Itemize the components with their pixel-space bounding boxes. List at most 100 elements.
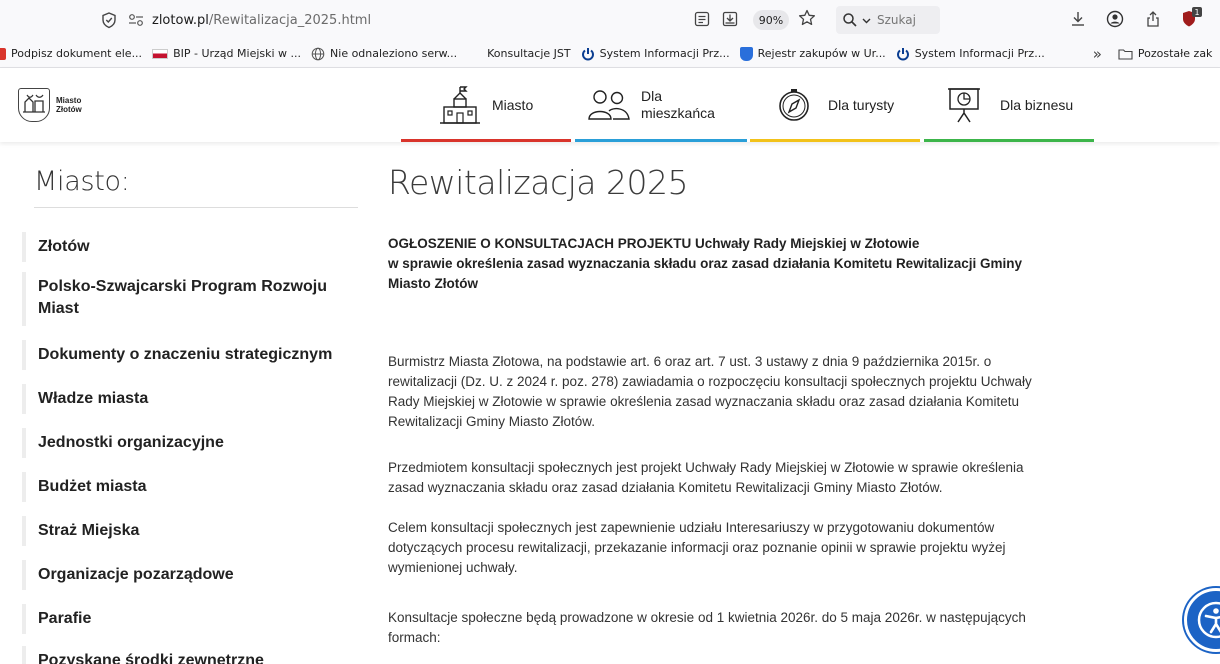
- bookmarks-overflow-button[interactable]: »: [1093, 45, 1102, 63]
- paragraph-period: Konsultacje społeczne będą prowadzone w …: [388, 608, 1108, 648]
- share-icon[interactable]: [1143, 9, 1163, 29]
- sidebar-item-zlotow[interactable]: Złotów: [22, 232, 348, 262]
- page-title: Rewitalizacja 2025: [388, 163, 688, 202]
- sidebar-item-pozyskane-srodki[interactable]: Pozyskane środki zewnętrzne: [22, 646, 348, 664]
- accessibility-button[interactable]: [1184, 588, 1220, 652]
- bookmark-label: Konsultacje JST: [487, 47, 571, 60]
- nav-underline-blue: [575, 139, 747, 142]
- bookmark-label: System Informacji Prz...: [599, 47, 730, 60]
- ublock-extension-icon[interactable]: 1: [1180, 6, 1206, 30]
- permissions-icon[interactable]: [128, 13, 144, 27]
- nav-dla-turysty[interactable]: Dla turysty: [750, 68, 920, 142]
- shield-icon[interactable]: [100, 11, 118, 29]
- bookmark-star-icon[interactable]: [797, 8, 817, 28]
- paragraph-line: rewitalizacji (Dz. U. z 2024 r. poz. 278…: [388, 374, 1032, 389]
- accessibility-icon: [1196, 600, 1220, 640]
- nav-label: Dla biznesu: [1000, 96, 1074, 113]
- site-logo[interactable]: Miasto Złotów: [18, 88, 82, 122]
- nav-underline-green: [924, 139, 1094, 142]
- browser-toolbar: zlotow.pl/Rewitalizacja_2025.html 90% 1: [0, 0, 1220, 40]
- compass-icon: [776, 87, 812, 123]
- coat-of-arms-icon: [739, 46, 753, 61]
- heading-line: Miasto Złotów: [388, 276, 478, 291]
- sidebar-item-jednostki-organizacyjne[interactable]: Jednostki organizacyjne: [22, 428, 348, 458]
- bookmark-label: Rejestr zakupów w Ur...: [757, 47, 886, 60]
- nav-label-line-1: Dla: [641, 88, 663, 104]
- site-header: Miasto Złotów Miasto Dla mieszkańca Dla …: [0, 68, 1220, 142]
- town-hall-icon: [438, 85, 482, 125]
- paragraph-intro: Burmistrz Miasta Złotowa, na podstawie a…: [388, 352, 1108, 432]
- search-input[interactable]: [877, 13, 933, 27]
- logo-text: Miasto Złotów: [56, 96, 82, 114]
- bookmark-label: System Informacji Prz...: [914, 47, 1045, 60]
- account-icon[interactable]: [1105, 9, 1125, 29]
- bookmarks-bar: Podpisz dokument ele... BIP - Urząd Miej…: [0, 40, 1220, 68]
- url-path: /Rewitalizacja_2025.html: [208, 12, 372, 28]
- bookmark-item[interactable]: System Informacji Prz...: [896, 47, 1045, 61]
- sidebar-divider: [34, 207, 358, 208]
- globe-icon: [311, 47, 325, 61]
- bookmark-item[interactable]: Konsultacje JST: [487, 47, 571, 60]
- bookmark-folder[interactable]: Pozostałe zak: [1118, 47, 1213, 60]
- pdf-icon: [0, 47, 6, 60]
- logo-line-2: Złotów: [56, 105, 82, 114]
- sidebar-item-program-rozwoju-miast[interactable]: Polsko-Szwajcarski Program Rozwoju Miast: [22, 272, 352, 326]
- nav-label: Dla turysty: [828, 96, 895, 113]
- sidebar-item-dokumenty-strategiczne[interactable]: Dokumenty o znaczeniu strategicznym: [22, 340, 348, 370]
- nav-underline-yellow: [750, 139, 920, 142]
- paragraph-line: formach:: [388, 630, 441, 645]
- paragraph-line: Burmistrz Miasta Złotowa, na podstawie a…: [388, 354, 992, 369]
- search-icon: [842, 12, 858, 28]
- nav-dla-mieszkanca[interactable]: Dla mieszkańca: [575, 68, 747, 142]
- reader-view-icon[interactable]: [693, 10, 711, 28]
- chevron-down-icon[interactable]: [862, 16, 871, 25]
- paragraph-line: Przedmiotem konsultacji społecznych jest…: [388, 460, 1024, 475]
- paragraph-line: Celem konsultacji społecznych jest zapew…: [388, 520, 995, 535]
- sidebar-item-wladze-miasta[interactable]: Władze miasta: [22, 384, 348, 414]
- nav-label: Dla mieszkańca: [641, 88, 715, 122]
- paragraph-line: Rewitalizacji Gminy Miasto Złotów.: [388, 414, 596, 429]
- heading-line: w sprawie określenia zasad wyznaczania s…: [388, 256, 1022, 271]
- bookmark-item[interactable]: BIP - Urząd Miejski w ...: [152, 47, 301, 60]
- save-page-icon[interactable]: [721, 10, 739, 28]
- bookmark-item[interactable]: System Informacji Prz...: [581, 47, 730, 61]
- folder-icon: [1118, 48, 1133, 60]
- nav-label: Miasto: [492, 96, 534, 113]
- power-icon: [581, 47, 595, 61]
- search-box[interactable]: [836, 6, 940, 34]
- bookmark-label: BIP - Urząd Miejski w ...: [173, 47, 302, 60]
- double-chevron-icon: »: [1092, 44, 1102, 63]
- bookmark-item[interactable]: Rejestr zakupów w Ur...: [739, 46, 886, 61]
- paragraph-line: dotyczących procesu rewitalizacji, przek…: [388, 540, 1006, 555]
- bookmark-item[interactable]: Podpisz dokument ele...: [0, 47, 142, 60]
- url-text[interactable]: zlotow.pl/Rewitalizacja_2025.html: [152, 13, 371, 28]
- announcement-heading: OGŁOSZENIE O KONSULTACJACH PROJEKTU Uchw…: [388, 234, 1108, 294]
- bookmark-folder-label: Pozostałe zak: [1137, 47, 1213, 60]
- sidebar-item-budzet-miasta[interactable]: Budżet miasta: [22, 472, 348, 502]
- nav-underline-red: [401, 139, 571, 142]
- paragraph-line: zasad wyznaczania składu oraz zasad dzia…: [388, 480, 943, 495]
- sidebar-item-organizacje-pozarzadowe[interactable]: Organizacje pozarządowe: [22, 560, 348, 590]
- nav-dla-biznesu[interactable]: Dla biznesu: [924, 68, 1094, 142]
- city-crest-icon: [18, 88, 50, 122]
- bookmark-item[interactable]: Nie odnaleziono serw...: [311, 47, 457, 61]
- paragraph-line: Rady Miejskiej w Złotowie w sprawie okre…: [388, 394, 1020, 409]
- zoom-level[interactable]: 90%: [753, 10, 789, 30]
- bip-flag-icon: [152, 48, 169, 59]
- paragraph-goal: Celem konsultacji społecznych jest zapew…: [388, 518, 1108, 578]
- paragraph-subject: Przedmiotem konsultacji społecznych jest…: [388, 458, 1108, 498]
- extension-badge: 1: [1194, 8, 1199, 17]
- nav-miasto[interactable]: Miasto: [401, 68, 571, 142]
- paragraph-line: wymienionej uchwały.: [388, 560, 518, 575]
- url-host: zlotow.pl: [152, 12, 209, 28]
- heading-line: OGŁOSZENIE O KONSULTACJACH PROJEKTU Uchw…: [388, 236, 920, 251]
- bookmark-label: Nie odnaleziono serw...: [330, 47, 458, 60]
- sidebar-item-straz-miejska[interactable]: Straż Miejska: [22, 516, 348, 546]
- sidebar-item-parafie[interactable]: Parafie: [22, 604, 348, 634]
- presentation-board-icon: [946, 86, 982, 124]
- downloads-icon[interactable]: [1068, 9, 1088, 29]
- power-icon: [896, 47, 910, 61]
- nav-label-line-2: mieszkańca: [641, 105, 715, 121]
- people-icon: [587, 87, 631, 123]
- sidebar-title: Miasto:: [34, 166, 130, 197]
